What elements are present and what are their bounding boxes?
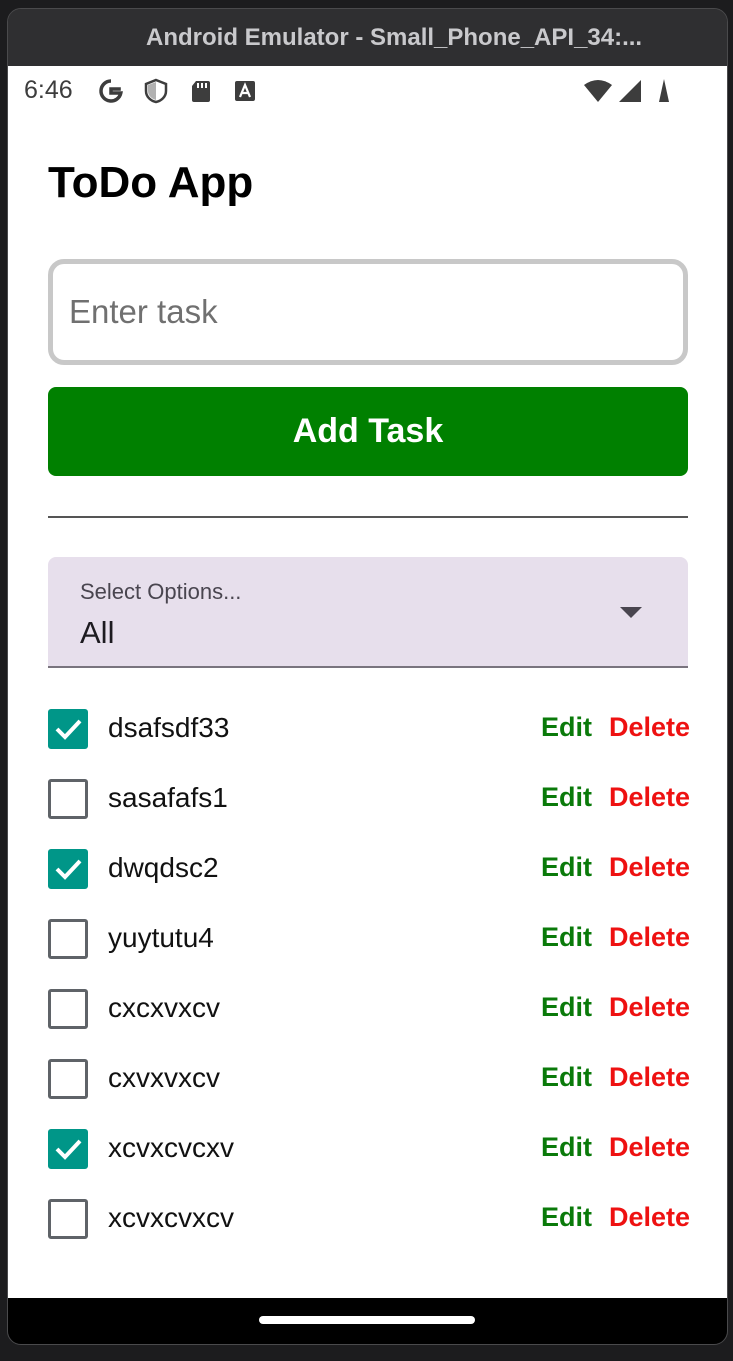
task-row: dsafsdf33 Edit Delete xyxy=(48,694,690,764)
chevron-down-icon[interactable] xyxy=(620,607,642,619)
home-gesture-handle[interactable] xyxy=(259,1316,475,1324)
wifi-icon xyxy=(583,78,613,104)
window-title: Android Emulator - Small_Phone_API_34:..… xyxy=(8,9,727,66)
task-row: cxcxvxcv Edit Delete xyxy=(48,974,690,1044)
filter-select[interactable]: Select Options... All xyxy=(48,557,688,668)
shield-icon xyxy=(143,78,169,104)
divider xyxy=(48,516,688,518)
task-row: xcvxcvxcv Edit Delete xyxy=(48,1184,690,1254)
task-checkbox[interactable] xyxy=(48,779,88,819)
task-checkbox[interactable] xyxy=(48,1199,88,1239)
task-row: xcvxcvcxv Edit Delete xyxy=(48,1114,690,1184)
task-text: dwqdsc2 xyxy=(108,852,219,883)
emulator-window: Android Emulator - Small_Phone_API_34:..… xyxy=(7,8,728,1345)
task-checkbox[interactable] xyxy=(48,849,88,889)
task-row: cxvxvxcv Edit Delete xyxy=(48,1044,690,1114)
checkmark-icon xyxy=(55,719,82,740)
task-text: dsafsdf33 xyxy=(108,712,230,743)
checkmark-icon xyxy=(55,859,82,880)
google-icon xyxy=(98,78,124,104)
edit-task-button[interactable]: Edit xyxy=(541,782,592,813)
task-list: dsafsdf33 Edit Delete sasafafs1 Edit Delete dw… xyxy=(48,694,690,1254)
task-checkbox[interactable] xyxy=(48,709,88,749)
page-title: ToDo App xyxy=(48,158,254,207)
delete-task-button[interactable]: Delete xyxy=(609,922,690,953)
sd-card-icon xyxy=(188,78,214,104)
checkmark-icon xyxy=(55,1139,82,1160)
edit-task-button[interactable]: Edit xyxy=(541,712,592,743)
battery-icon xyxy=(656,78,672,104)
status-time: 6:46 xyxy=(24,76,73,104)
task-row: yuytutu4 Edit Delete xyxy=(48,904,690,974)
task-checkbox[interactable] xyxy=(48,1059,88,1099)
edit-task-button[interactable]: Edit xyxy=(541,992,592,1023)
phone-screen: 6:46 ToDo App Ad xyxy=(8,66,727,1298)
add-task-button[interactable]: Add Task xyxy=(48,387,688,476)
filter-select-value: All xyxy=(80,615,115,650)
edit-task-button[interactable]: Edit xyxy=(541,922,592,953)
text-icon xyxy=(232,78,258,104)
edit-task-button[interactable]: Edit xyxy=(541,1062,592,1093)
edit-task-button[interactable]: Edit xyxy=(541,1132,592,1163)
task-checkbox[interactable] xyxy=(48,919,88,959)
delete-task-button[interactable]: Delete xyxy=(609,712,690,743)
navigation-bar xyxy=(8,1298,727,1344)
task-input[interactable] xyxy=(48,259,688,365)
delete-task-button[interactable]: Delete xyxy=(609,852,690,883)
delete-task-button[interactable]: Delete xyxy=(609,1132,690,1163)
task-text: cxvxvxcv xyxy=(108,1062,220,1093)
delete-task-button[interactable]: Delete xyxy=(609,992,690,1023)
task-checkbox[interactable] xyxy=(48,989,88,1029)
delete-task-button[interactable]: Delete xyxy=(609,1202,690,1233)
task-checkbox[interactable] xyxy=(48,1129,88,1169)
status-bar: 6:46 xyxy=(8,66,727,116)
edit-task-button[interactable]: Edit xyxy=(541,1202,592,1233)
filter-select-label: Select Options... xyxy=(80,579,242,604)
task-text: xcvxcvxcv xyxy=(108,1202,234,1233)
edit-task-button[interactable]: Edit xyxy=(541,852,592,883)
task-row: dwqdsc2 Edit Delete xyxy=(48,834,690,904)
task-text: sasafafs1 xyxy=(108,782,228,813)
cell-signal-icon xyxy=(617,78,643,104)
task-text: xcvxcvcxv xyxy=(108,1132,234,1163)
delete-task-button[interactable]: Delete xyxy=(609,782,690,813)
task-row: sasafafs1 Edit Delete xyxy=(48,764,690,834)
task-text: yuytutu4 xyxy=(108,922,214,953)
task-text: cxcxvxcv xyxy=(108,992,220,1023)
delete-task-button[interactable]: Delete xyxy=(609,1062,690,1093)
